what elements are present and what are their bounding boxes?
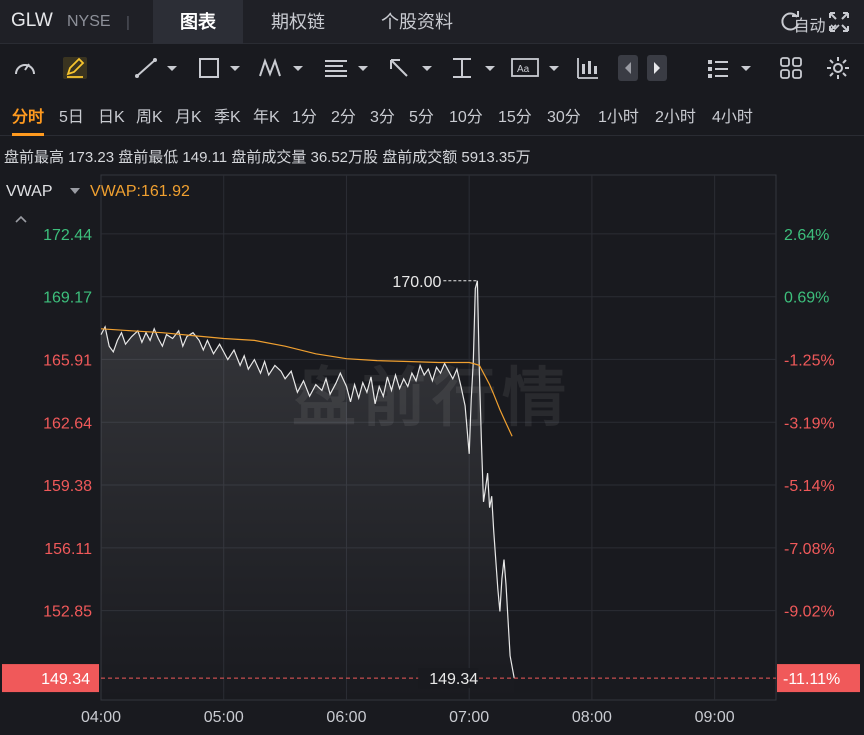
y-tick-right: -7.08% bbox=[784, 541, 835, 558]
current-pct-label: -11.11% bbox=[783, 671, 840, 688]
x-tick: 05:00 bbox=[204, 709, 244, 726]
x-tick: 04:00 bbox=[81, 709, 121, 726]
x-tick: 09:00 bbox=[695, 709, 735, 726]
y-tick-left: 152.85 bbox=[43, 604, 92, 621]
x-tick: 08:00 bbox=[572, 709, 612, 726]
y-tick-right: 0.69% bbox=[784, 290, 829, 307]
y-tick-right: 2.64% bbox=[784, 227, 829, 244]
y-tick-left: 169.17 bbox=[43, 290, 92, 307]
price-chart[interactable]: 盘前行情 172.442.64%169.170.69%165.91-1.25%1… bbox=[0, 0, 864, 735]
x-tick: 06:00 bbox=[326, 709, 366, 726]
y-tick-right: -5.14% bbox=[784, 478, 835, 495]
y-tick-left: 165.91 bbox=[43, 352, 92, 369]
high-annotation-label: 170.00 bbox=[392, 274, 441, 291]
x-tick: 07:00 bbox=[449, 709, 489, 726]
y-tick-left: 159.38 bbox=[43, 478, 92, 495]
y-tick-right: -3.19% bbox=[784, 415, 835, 432]
app-window: GLW NYSE | 图表 期权链 个股资料 Aa 分时 5日 日K 周K 月K 季K 年K… bbox=[0, 0, 864, 735]
y-tick-right: -9.02% bbox=[784, 604, 835, 621]
y-tick-left: 162.64 bbox=[43, 415, 92, 432]
y-tick-left: 156.11 bbox=[44, 541, 92, 558]
low-annotation-label: 149.34 bbox=[429, 671, 478, 688]
current-price-label: 149.34 bbox=[41, 671, 90, 688]
y-tick-left: 172.44 bbox=[43, 227, 92, 244]
y-tick-right: -1.25% bbox=[784, 352, 835, 369]
